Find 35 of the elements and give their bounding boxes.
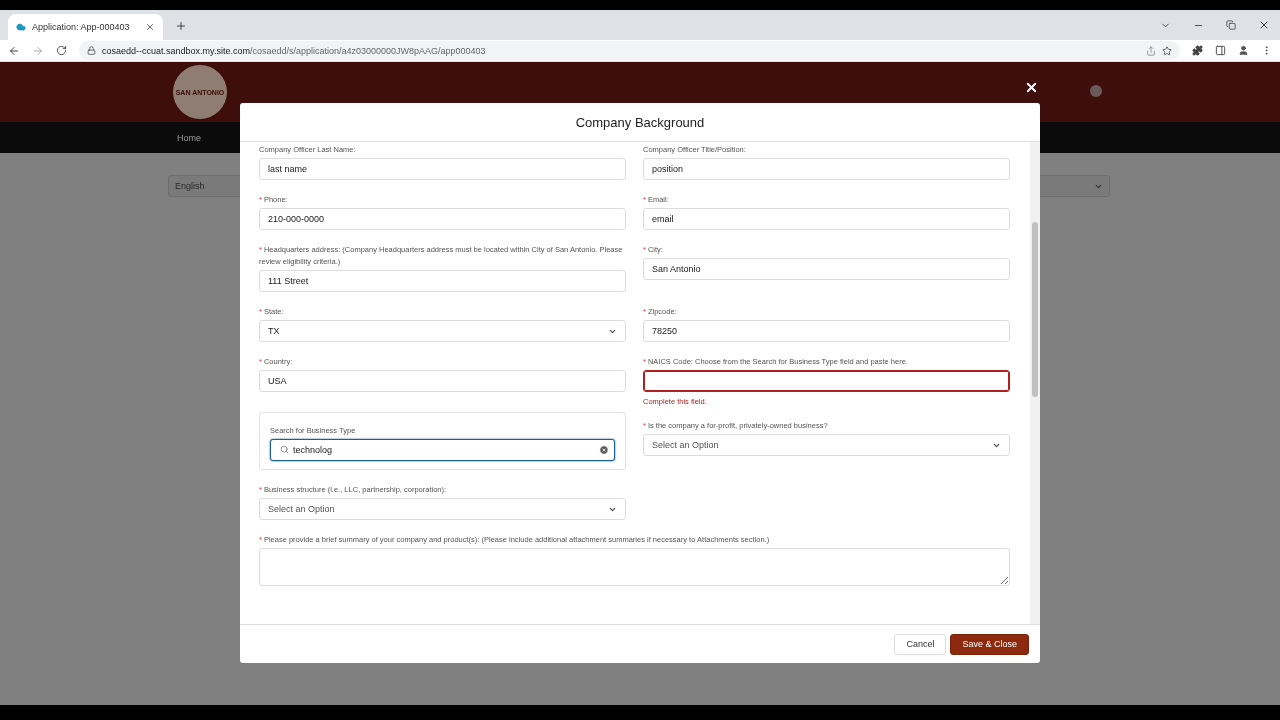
input-field[interactable]: email — [643, 208, 1010, 230]
reload-icon[interactable] — [56, 45, 67, 56]
side-panel-icon[interactable] — [1215, 45, 1226, 56]
cloud-icon — [16, 22, 26, 32]
select-field[interactable]: TX — [259, 320, 626, 342]
star-icon[interactable] — [1162, 45, 1172, 56]
back-icon[interactable] — [8, 44, 20, 57]
browser-tab[interactable]: Application: App-000403 — [8, 14, 163, 40]
close-icon[interactable] — [1258, 19, 1270, 31]
puzzle-icon[interactable] — [1192, 45, 1203, 56]
select-field[interactable]: Select an Option — [259, 498, 626, 520]
select-field[interactable]: Select an Option — [643, 434, 1010, 456]
input-field[interactable]: San Antonio — [643, 258, 1010, 280]
address-bar[interactable]: cosaedd--ccuat.sandbox.my.site.com/cosaedd/s/application/a4z03000000JW8pAAG/app000403 — [79, 41, 1180, 60]
modal-title: Company Background — [575, 114, 705, 130]
url-text: cosaedd--ccuat.sandbox.my.site.com/cosaedd/s/application/a4z03000000JW8pAAG/app000403 — [102, 45, 486, 56]
close-icon[interactable] — [1024, 80, 1039, 95]
search-icon — [280, 445, 289, 454]
clear-icon[interactable] — [599, 445, 609, 455]
restore-icon[interactable] — [1226, 20, 1236, 30]
input-field[interactable] — [643, 370, 1010, 392]
profile-icon[interactable] — [1238, 45, 1249, 56]
lock-icon — [87, 46, 96, 55]
nav-link[interactable]: Home — [176, 132, 202, 143]
new-tab-icon[interactable] — [175, 20, 187, 32]
scrollbar[interactable] — [1030, 142, 1040, 624]
search-field[interactable]: technolog — [270, 439, 615, 461]
input-field[interactable]: 210-000-0000 — [259, 208, 626, 230]
cancel-button[interactable]: Cancel — [894, 633, 947, 655]
input-field[interactable]: 111 Street — [259, 270, 626, 292]
input-field[interactable]: 78250 — [643, 320, 1010, 342]
save-button[interactable]: Save & Close — [950, 633, 1029, 655]
input-field[interactable]: last name — [259, 158, 626, 180]
input-field[interactable]: USA — [259, 370, 626, 392]
input-field[interactable]: position — [643, 158, 1010, 180]
